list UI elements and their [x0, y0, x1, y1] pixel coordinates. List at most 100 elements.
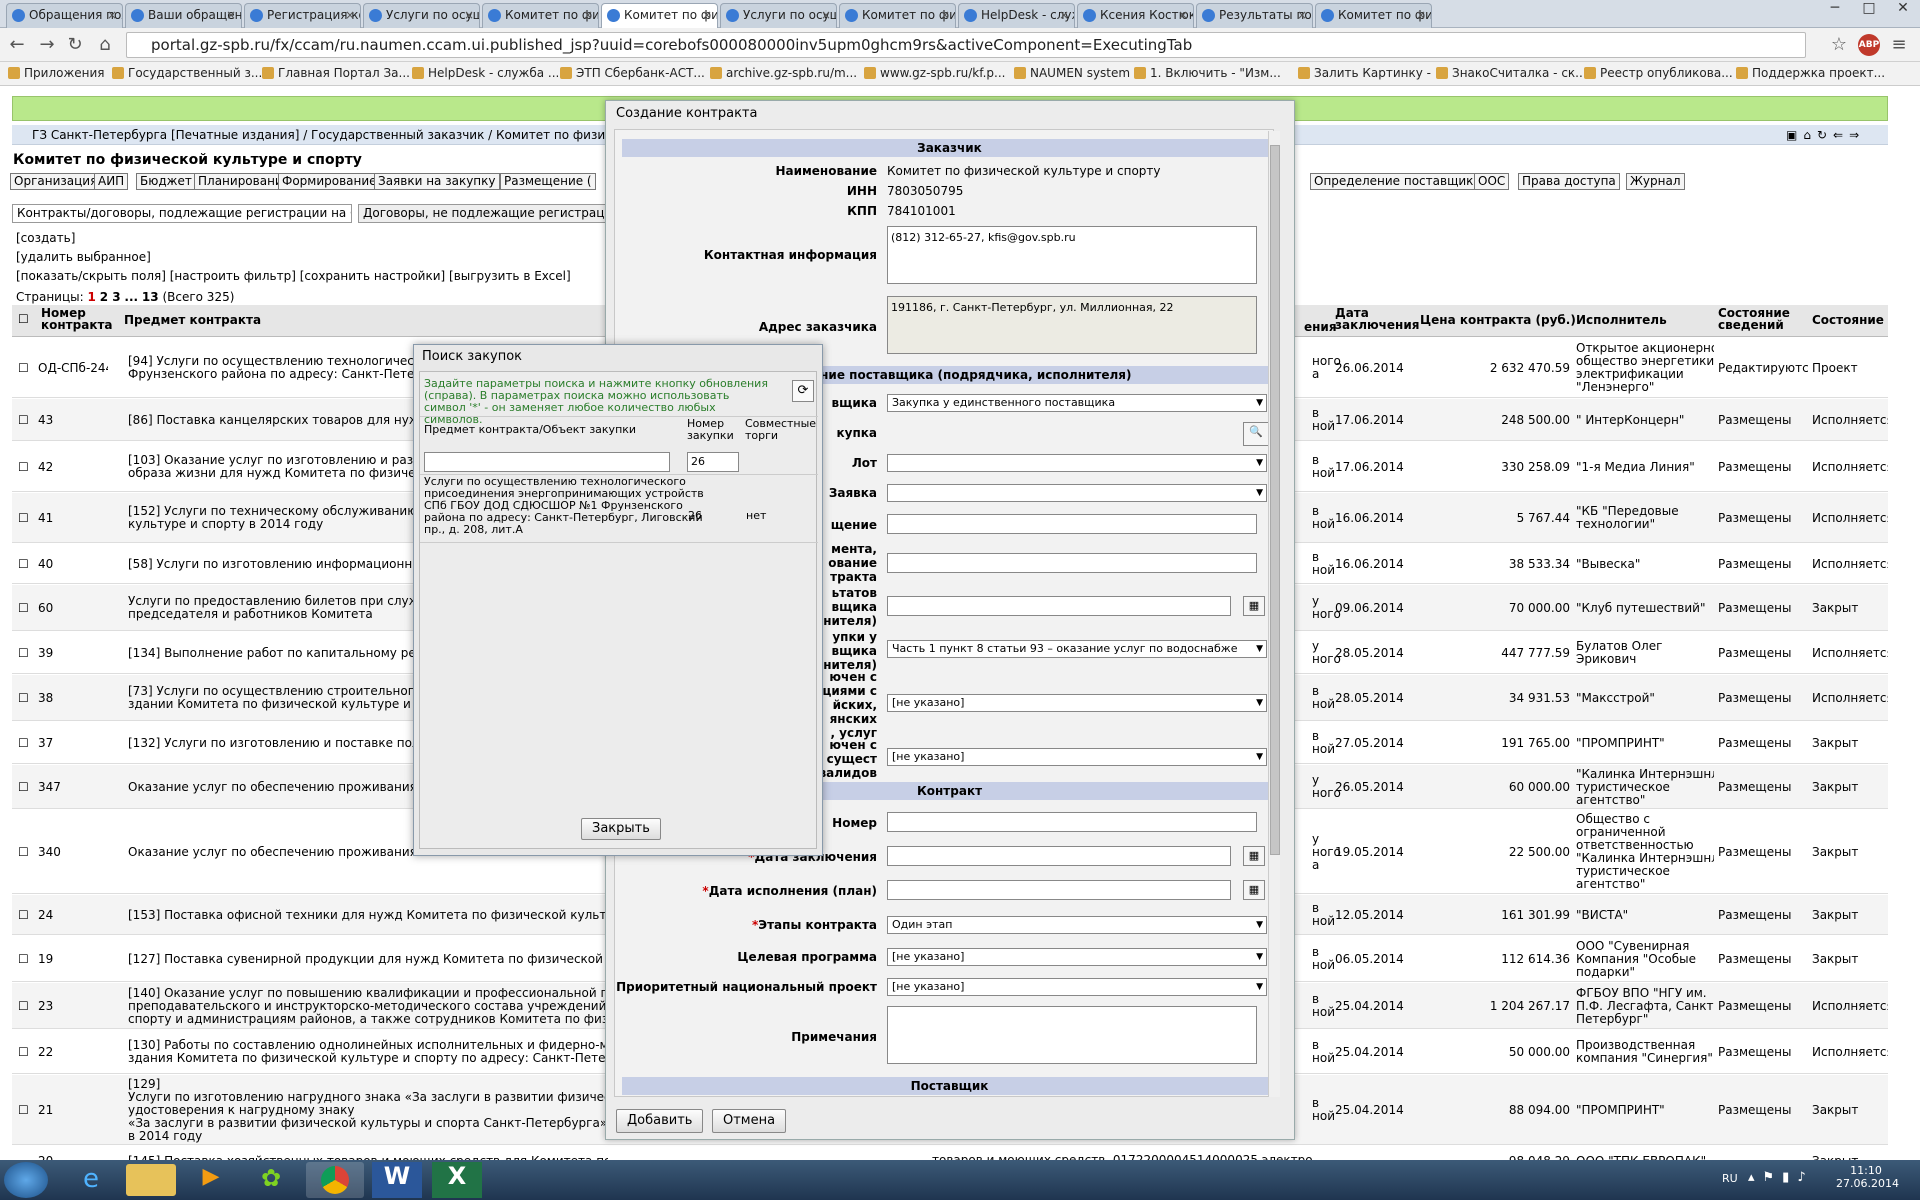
- language-indicator[interactable]: RU: [1722, 1172, 1738, 1185]
- browser-tab[interactable]: Услуги по осущ ×: [363, 3, 480, 28]
- method-select[interactable]: Закупка у единственного поставщика: [887, 394, 1267, 412]
- header-date[interactable]: Дата заключения: [1335, 307, 1419, 331]
- close-tab-icon[interactable]: ×: [345, 4, 355, 26]
- chrome-icon[interactable]: [306, 1162, 364, 1198]
- row-checkbox[interactable]: ☐: [18, 461, 29, 474]
- row-checkbox[interactable]: ☐: [18, 781, 29, 794]
- adblock-icon[interactable]: ABP: [1858, 34, 1880, 56]
- page-tool-icons[interactable]: ▣⌂↻⇐⇒: [1786, 125, 1865, 145]
- bookmark-star-icon[interactable]: ☆: [1828, 34, 1850, 56]
- number-input[interactable]: [887, 812, 1257, 832]
- menu-icon[interactable]: ≡: [1888, 34, 1910, 56]
- module-button[interactable]: Определение поставщика: [1310, 173, 1485, 190]
- select-all-checkbox[interactable]: ☐: [18, 313, 29, 325]
- contact-textarea[interactable]: (812) 312-65-27, kfis@gov.spb.ru: [887, 226, 1257, 284]
- header-price[interactable]: Цена контракта (руб.): [1420, 314, 1576, 326]
- address-bar[interactable]: portal.gz-spb.ru/fx/ccam/ru.naumen.ccam.…: [126, 32, 1806, 58]
- close-window-icon[interactable]: ✕: [1886, 0, 1920, 24]
- row-checkbox[interactable]: ☐: [18, 558, 29, 571]
- header-state[interactable]: Состояние: [1812, 314, 1884, 326]
- calendar-icon[interactable]: ▦: [1243, 880, 1265, 900]
- program-select[interactable]: [не указано]: [887, 948, 1267, 966]
- module-button[interactable]: Заявки на закупку: [374, 173, 500, 190]
- close-button[interactable]: Закрыть: [581, 818, 661, 840]
- close-tab-icon[interactable]: ×: [1416, 4, 1426, 26]
- row-checkbox[interactable]: ☐: [18, 1000, 29, 1013]
- scrollbar-thumb[interactable]: [1270, 145, 1280, 855]
- minimize-icon[interactable]: ─: [1818, 0, 1852, 24]
- result-subject[interactable]: Услуги по осуществлению технологического…: [424, 476, 706, 536]
- close-tab-icon[interactable]: ×: [583, 4, 593, 26]
- row-checkbox[interactable]: ☐: [18, 692, 29, 705]
- close-tab-icon[interactable]: ×: [702, 4, 712, 26]
- module-button[interactable]: АИП: [94, 173, 129, 190]
- calendar-icon[interactable]: ▦: [1243, 596, 1265, 616]
- browser-tab[interactable]: Комитет по физ ×: [1315, 3, 1432, 28]
- list-subtab[interactable]: Договоры, не подлежащие регистрации: [358, 204, 618, 223]
- delete-selected-link[interactable]: [удалить выбранное]: [16, 250, 151, 264]
- row-checkbox[interactable]: ☐: [18, 362, 29, 375]
- breadcrumb-text[interactable]: ГЗ Санкт-Петербурга [Печатные издания] /…: [32, 128, 649, 142]
- table-row[interactable]: 20[145] Поставка хозяйственных товаров и…: [12, 1146, 1888, 1160]
- bookmark-item[interactable]: 1. Включить - "Изм...: [1134, 66, 1281, 80]
- close-tab-icon[interactable]: ×: [1059, 4, 1069, 26]
- list-tools-links[interactable]: [показать/скрыть поля] [настроить фильтр…: [16, 269, 571, 283]
- header-info-state[interactable]: Состояние сведений: [1718, 307, 1798, 331]
- doc-input[interactable]: [887, 553, 1257, 573]
- result-number[interactable]: 26: [688, 510, 702, 522]
- supplier-doc-input[interactable]: [887, 596, 1231, 616]
- browser-tab[interactable]: Ксения Костюко ×: [1077, 3, 1194, 28]
- icq-icon[interactable]: ✿: [246, 1164, 296, 1196]
- number-filter-input[interactable]: 26: [687, 452, 739, 472]
- bookmark-item[interactable]: Реестр опубликова...: [1584, 66, 1733, 80]
- browser-tab[interactable]: Услуги по осущ ×: [720, 3, 837, 28]
- start-icon[interactable]: [4, 1162, 48, 1198]
- inclusion2-select[interactable]: [не указано]: [887, 748, 1267, 766]
- module-button[interactable]: Формирование: [278, 173, 381, 190]
- bookmark-item[interactable]: NAUMEN system: [1014, 66, 1130, 80]
- search-purchase-icon[interactable]: 🔍: [1243, 422, 1269, 446]
- row-checkbox[interactable]: ☐: [18, 512, 29, 525]
- row-checkbox[interactable]: ☐: [18, 602, 29, 615]
- bookmark-item[interactable]: Государственный з...: [112, 66, 262, 80]
- placement-input[interactable]: [887, 514, 1257, 534]
- inclusion1-select[interactable]: [не указано]: [887, 694, 1267, 712]
- close-tab-icon[interactable]: ×: [821, 4, 831, 26]
- module-button[interactable]: Права доступа: [1518, 173, 1620, 190]
- bookmark-item[interactable]: Главная Портал За...: [262, 66, 410, 80]
- bookmark-item[interactable]: HelpDesk - служба ...: [412, 66, 559, 80]
- close-tab-icon[interactable]: ×: [1178, 4, 1188, 26]
- row-checkbox[interactable]: ☐: [18, 737, 29, 750]
- close-tab-icon[interactable]: ×: [940, 4, 950, 26]
- row-checkbox[interactable]: ☐: [18, 414, 29, 427]
- explorer-icon[interactable]: [126, 1164, 176, 1196]
- page-links[interactable]: 2 3: [100, 290, 121, 304]
- notes-textarea[interactable]: [887, 1006, 1257, 1064]
- maximize-icon[interactable]: □: [1852, 0, 1886, 24]
- module-button[interactable]: Журнал: [1626, 173, 1685, 190]
- bookmark-item[interactable]: ЗнакоСчиталка - ск...: [1436, 66, 1587, 80]
- media-player-icon[interactable]: ▶: [186, 1164, 236, 1196]
- module-button[interactable]: ООС: [1474, 173, 1510, 190]
- calendar-icon[interactable]: ▦: [1243, 846, 1265, 866]
- bid-select[interactable]: [887, 484, 1267, 502]
- reload-icon[interactable]: ↻: [64, 34, 86, 56]
- stages-select[interactable]: Один этап: [887, 916, 1267, 934]
- close-tab-icon[interactable]: ×: [1297, 4, 1307, 26]
- form-scrollbar[interactable]: [1268, 131, 1280, 1097]
- refresh-icon[interactable]: ⟳: [792, 380, 814, 402]
- row-checkbox[interactable]: ☐: [18, 1104, 29, 1117]
- clock[interactable]: 11:10 27.06.2014: [1836, 1164, 1899, 1190]
- close-tab-icon[interactable]: ×: [226, 4, 236, 26]
- browser-tab[interactable]: Комитет по физ ×: [482, 3, 599, 28]
- row-checkbox[interactable]: ☐: [18, 647, 29, 660]
- list-subtab[interactable]: Контракты/договоры, подлежащие регистрац…: [12, 204, 352, 223]
- module-button[interactable]: Организация: [10, 173, 102, 190]
- close-tab-icon[interactable]: ×: [464, 4, 474, 26]
- bookmark-item[interactable]: www.gz-spb.ru/kf.p...: [864, 66, 1005, 80]
- tray-icons[interactable]: ▴⚑▮♪: [1748, 1170, 1814, 1185]
- header-executor[interactable]: Исполнитель: [1576, 314, 1667, 326]
- exec-date-input[interactable]: [887, 880, 1231, 900]
- subject-filter-input[interactable]: [424, 452, 670, 472]
- browser-tab[interactable]: Ваши обращени ×: [125, 3, 242, 28]
